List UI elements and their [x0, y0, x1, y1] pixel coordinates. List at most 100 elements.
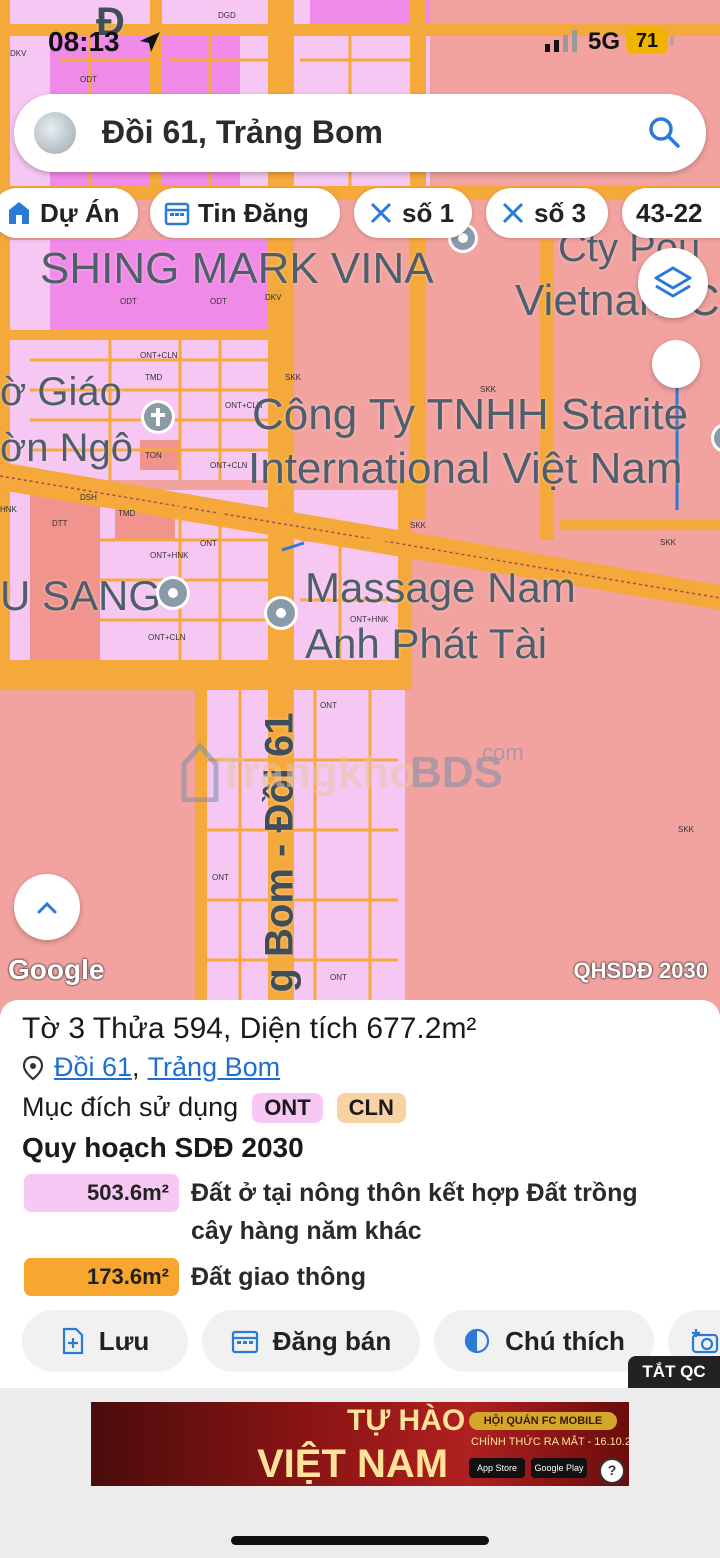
location-pin-icon: [22, 1055, 44, 1080]
legend-button[interactable]: Chú thích: [434, 1310, 654, 1372]
parcel-code: ONT: [212, 873, 229, 882]
label-starite-2: International Việt Nam: [248, 444, 683, 493]
parcel-code: ONT+CLN: [210, 461, 248, 470]
watermark: Trangkho BDS .com: [180, 740, 524, 807]
parcel-code: SKK: [678, 825, 695, 834]
status-time: 08:13: [48, 26, 120, 57]
chevron-up-icon: [37, 901, 57, 914]
post-sale-button[interactable]: Đăng bán: [202, 1310, 420, 1372]
area-value: 173.6m²: [24, 1258, 179, 1296]
ad-off-button[interactable]: TẮT QC: [628, 1356, 720, 1388]
chip-label: số 3: [534, 197, 587, 228]
area-description: Đất ở tại nông thôn kết hợp Đất trồng câ…: [191, 1179, 638, 1245]
post-sale-label: Đăng bán: [272, 1325, 392, 1356]
save-button[interactable]: Lưu: [22, 1310, 188, 1372]
google-play-badge: Google Play: [531, 1458, 587, 1478]
signal-icon: [545, 30, 577, 52]
watermark-text: Trangkho: [218, 748, 417, 797]
parcel-title: Tờ 3 Thửa 594, Diện tích 677.2m²: [22, 1012, 477, 1045]
expand-up-button[interactable]: [14, 874, 80, 940]
ad-headline-1: TỰ HÀO: [347, 1404, 466, 1437]
location-link-district[interactable]: Đồi 61: [54, 1052, 132, 1083]
parcel-code: ONT+CLN: [140, 351, 178, 360]
parcel-code: ONT: [320, 701, 337, 710]
parcel-code: ODT: [120, 297, 137, 306]
chip-43-22[interactable]: 43-22: [622, 188, 720, 238]
parcel-code: ODT: [210, 297, 227, 306]
status-bar: 08:13 5G 71: [0, 22, 720, 62]
chip-label: Dự Án: [40, 197, 120, 228]
purpose-label: Mục đích sử dụng: [22, 1092, 239, 1122]
watermark-com: .com: [476, 740, 524, 765]
house-logo-icon: [181, 742, 219, 803]
area-row: 173.6m² Đất giao thông: [24, 1258, 651, 1296]
opacity-slider-handle[interactable]: [652, 340, 700, 388]
ad-info-icon[interactable]: ?: [599, 1458, 625, 1484]
badge-cln: CLN: [336, 1092, 406, 1123]
road-label-doi-61: g Bom - Đồi 61: [257, 712, 302, 993]
chip-du-an[interactable]: Dự Án: [0, 188, 138, 238]
land-use-purpose: Mục đích sử dụng ONT CLN: [22, 1092, 406, 1123]
area-row: 503.6m² Đất ở tại nông thôn kết hợp Đất …: [24, 1174, 651, 1250]
parcel-code: DSH: [80, 493, 97, 502]
google-logo: Google: [8, 954, 105, 985]
location-link-city[interactable]: Trảng Bom: [148, 1052, 281, 1083]
chip-tin-dang[interactable]: Tin Đăng: [150, 188, 340, 238]
parcel-code: SKK: [660, 538, 677, 547]
label-shing-mark-vina: SHING MARK VINA: [40, 244, 434, 293]
badge-ont: ONT: [252, 1092, 323, 1123]
ad-headline-2: VIỆT NAM: [257, 1442, 449, 1486]
label-starite-1: Công Ty TNHH Starite: [252, 390, 689, 439]
battery-tip: [670, 36, 674, 46]
ruler-cross-icon: [370, 202, 392, 224]
map-pin[interactable]: [154, 574, 192, 619]
chip-so-1[interactable]: số 1: [354, 188, 472, 238]
parcel-code: DGD: [218, 11, 236, 20]
label-u-sang: U SANG: [0, 572, 162, 619]
chip-label: số 1: [402, 197, 455, 228]
parcel-code: ONT: [200, 539, 217, 548]
battery-level: 71: [626, 28, 668, 54]
avatar[interactable]: [34, 112, 76, 154]
parcel-code: ONT+CLN: [148, 633, 186, 642]
parcel-code: ONT+HNK: [150, 551, 189, 560]
label-massage-1: Massage Nam: [305, 564, 576, 611]
legend-label: Chú thích: [505, 1325, 625, 1356]
church-pin[interactable]: [139, 398, 177, 445]
camera-plus-icon: [691, 1329, 719, 1354]
parcel-code: ONT: [330, 973, 347, 982]
ad-banner[interactable]: TỰ HÀO VIỆT NAM HỘI QUÁN FC MOBILE CHÍNH…: [91, 1402, 629, 1486]
map-pin[interactable]: [262, 594, 300, 641]
parcel-code: ODT: [80, 75, 97, 84]
location-arrow-icon: [140, 32, 160, 52]
location-separator: ,: [132, 1052, 140, 1082]
parcel-code: DTT: [52, 519, 68, 528]
parcel-code: TMD: [145, 373, 163, 382]
chip-so-3[interactable]: số 3: [486, 188, 608, 238]
map-pin[interactable]: [708, 420, 720, 465]
parcel-code: DKV: [265, 293, 282, 302]
label-massage-2: Anh Phát Tài: [305, 620, 548, 667]
filter-chips: Dự Án Tin Đăng số 1 số 3 43-22: [0, 188, 720, 240]
layers-button[interactable]: [638, 248, 708, 318]
planning-title: Quy hoạch SDĐ 2030: [22, 1132, 304, 1163]
parcel-info-sheet: Tờ 3 Thửa 594, Diện tích 677.2m² Đồi 61 …: [0, 1000, 720, 1388]
ad-area: TỰ HÀO VIỆT NAM HỘI QUÁN FC MOBILE CHÍNH…: [0, 1388, 720, 1558]
area-description: Đất giao thông: [191, 1263, 366, 1291]
search-query[interactable]: Đồi 61, Trảng Bom: [102, 114, 383, 151]
parcel-code: HNK: [0, 505, 18, 514]
app-store-badge: App Store: [469, 1458, 525, 1478]
parcel-location: Đồi 61 , Trảng Bom: [22, 1052, 280, 1083]
calendar-icon: [164, 202, 190, 226]
calendar-icon: [231, 1330, 258, 1354]
search-bar[interactable]: Đồi 61, Trảng Bom: [14, 94, 706, 172]
parcel-code: TMD: [118, 509, 136, 518]
layers-icon: [654, 266, 692, 298]
action-bar: Lưu Đăng bán Chú thích: [0, 1310, 720, 1372]
file-plus-icon: [62, 1327, 83, 1355]
parcel-code: SKK: [285, 373, 302, 382]
search-icon[interactable]: [646, 114, 682, 150]
parcel-code: SKK: [410, 521, 427, 530]
ad-tag: HỘI QUÁN FC MOBILE: [469, 1412, 617, 1430]
building-icon: [9, 202, 29, 224]
